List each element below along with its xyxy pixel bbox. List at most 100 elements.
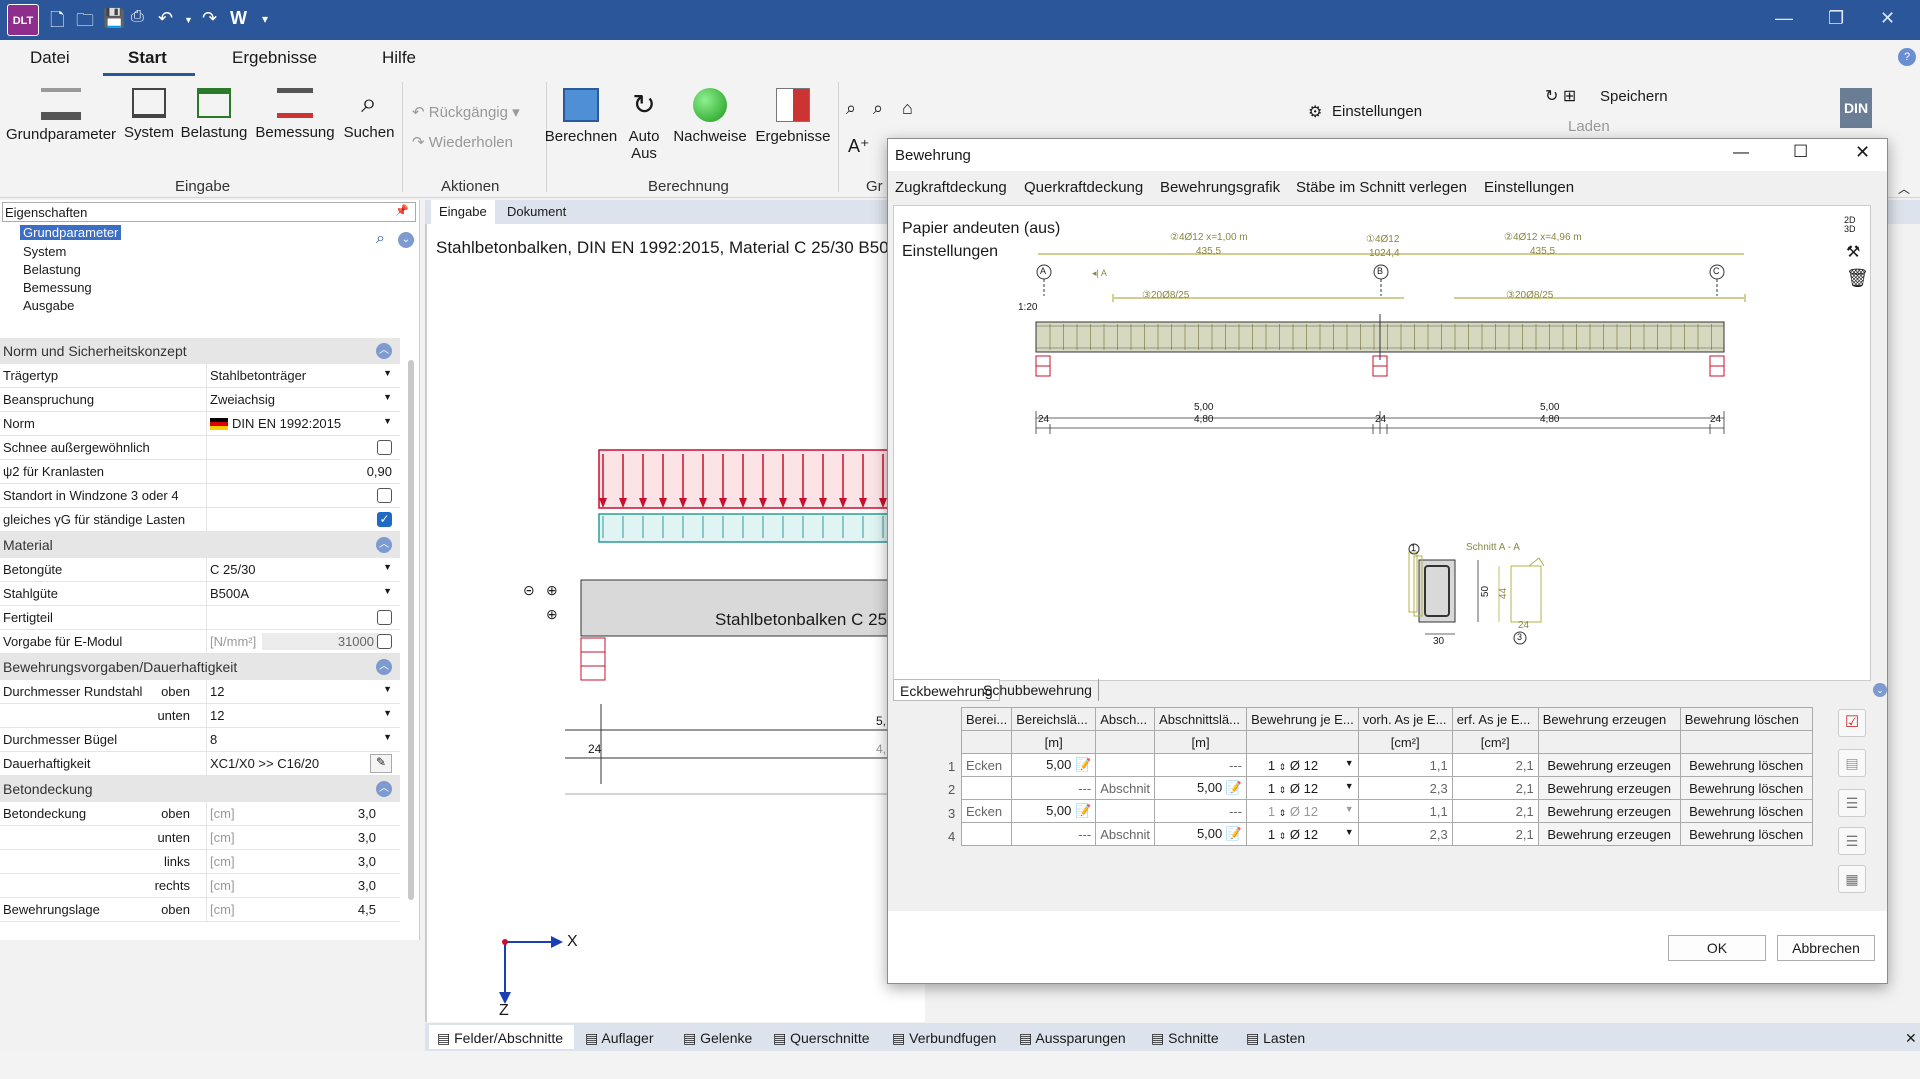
undo-icon[interactable]: ↶ xyxy=(158,8,173,29)
checkbox[interactable] xyxy=(377,634,392,649)
dropdown-icon[interactable]: ▼ xyxy=(383,684,392,694)
abschnitt-cell[interactable] xyxy=(1095,799,1156,823)
spinner-icon[interactable]: ⇕ xyxy=(1279,831,1287,841)
dropdown-icon[interactable]: ▼ xyxy=(383,368,392,378)
row-emodul[interactable]: Vorgabe für E-Modul [N/mm²] 31000 xyxy=(0,630,400,654)
value[interactable]: 0,90 xyxy=(367,464,392,479)
tab-hilfe[interactable]: Hilfe xyxy=(382,48,416,68)
new-file-icon[interactable]: 🗋 xyxy=(50,8,64,38)
row-buegel[interactable]: Durchmesser Bügel 8 ▼ xyxy=(0,728,400,752)
save-icon[interactable]: 💾 xyxy=(103,8,125,29)
tab-gelenke[interactable]: ▤ Gelenke xyxy=(683,1030,752,1047)
checkbox-checked[interactable]: ✓ xyxy=(377,512,392,527)
tab-aussparungen[interactable]: ▤ Aussparungen xyxy=(1019,1030,1126,1047)
checkbox[interactable] xyxy=(377,610,392,625)
bewehrung-erzeugen-button[interactable]: Bewehrung erzeugen xyxy=(1537,753,1681,777)
collapse-icon[interactable]: ︿ xyxy=(376,781,392,797)
spinner-icon[interactable]: ⇕ xyxy=(1279,762,1287,772)
ergebnisse-button[interactable]: Ergebnisse xyxy=(752,88,834,145)
value[interactable]: 4,5 xyxy=(358,902,376,917)
count[interactable]: 1 xyxy=(1251,804,1275,819)
section-bewehrung[interactable]: Bewehrungsvorgaben/Dauerhaftigkeit ︿ xyxy=(0,654,400,680)
bewehrung-loeschen-button[interactable]: Bewehrung löschen xyxy=(1679,776,1813,800)
din-button[interactable]: DIN xyxy=(1840,88,1872,128)
speichern-button[interactable]: Speichern xyxy=(1600,88,1668,105)
row-psi2[interactable]: ψ2 für Kranlasten 0,90 xyxy=(0,460,400,484)
grundparameter-button[interactable]: Grundparameter xyxy=(6,88,116,143)
table-row[interactable]: --- Abschnit 5,00 📝 1 ⇕ Ø 12 ▼ 2,3 2,1 B… xyxy=(960,822,1813,846)
edit-icon[interactable]: 📝 xyxy=(1226,780,1242,795)
magic-wand-icon[interactable]: ⚒ xyxy=(1846,242,1860,262)
row-rundstahl-oben[interactable]: Durchmesser Rundstahl oben 12 ▼ xyxy=(0,680,400,704)
collapse-icon[interactable]: ︿ xyxy=(376,659,392,675)
dropdown-icon[interactable]: ▼ xyxy=(1345,781,1354,791)
dropdown-icon[interactable]: ▼ xyxy=(383,708,392,718)
checkbox[interactable] xyxy=(377,440,392,455)
print-icon[interactable]: ⎙ xyxy=(131,8,144,26)
cancel-button[interactable]: Abbrechen xyxy=(1777,935,1875,961)
row-windzone[interactable]: Standort in Windzone 3 oder 4 xyxy=(0,484,400,508)
bereich-cell[interactable] xyxy=(960,822,1013,846)
dropdown-icon[interactable]: ▼ xyxy=(1345,758,1354,768)
tab-datei[interactable]: Datei xyxy=(30,48,70,68)
menu-querkraftdeckung[interactable]: Querkraftdeckung xyxy=(1024,179,1143,196)
delete-row-icon[interactable]: ☰ xyxy=(1838,827,1866,855)
bereichslaenge-cell[interactable]: 5,00 📝 xyxy=(1011,799,1097,823)
collapse-ribbon-icon[interactable]: ︿ xyxy=(1898,180,1910,197)
count[interactable]: 1 xyxy=(1251,758,1275,773)
system-button[interactable]: System xyxy=(122,88,176,141)
dropdown-icon[interactable]: ▼ xyxy=(1345,804,1354,814)
dropdown-icon[interactable]: ▼ xyxy=(383,416,392,426)
tab-eingabe[interactable]: Eingabe xyxy=(431,200,495,224)
tab-lasten[interactable]: ▤ Lasten xyxy=(1246,1030,1305,1047)
bereichslaenge-cell[interactable]: --- xyxy=(1011,822,1097,846)
bereichslaenge-cell[interactable]: 5,00 📝 xyxy=(1011,753,1097,777)
section-betondeckung[interactable]: Betondeckung ︿ xyxy=(0,776,400,802)
maximize-icon[interactable]: ☐ xyxy=(1793,142,1808,162)
collapse-icon[interactable]: ︿ xyxy=(376,343,392,359)
dropdown-icon[interactable]: ▼ xyxy=(383,586,392,596)
settings-gear-icon[interactable]: ⚙ xyxy=(1308,102,1322,122)
add-row-icon[interactable]: ▤ xyxy=(1838,749,1866,777)
tab-ergebnisse[interactable]: Ergebnisse xyxy=(232,48,317,68)
value[interactable]: 3,0 xyxy=(358,806,376,821)
table-icon[interactable]: ▦ xyxy=(1838,865,1866,893)
abschnittslaenge-cell[interactable]: 5,00 📝 xyxy=(1154,822,1248,846)
belastung-button[interactable]: Belastung xyxy=(180,88,248,141)
checkbox[interactable] xyxy=(377,488,392,503)
row-norm[interactable]: Norm DIN EN 1992:2015 ▼ xyxy=(0,412,400,436)
bereich-cell[interactable]: Ecken xyxy=(960,753,1013,777)
zoom-window-icon[interactable]: ⌕ xyxy=(873,98,883,119)
spinner-icon[interactable]: ⇕ xyxy=(1279,808,1287,818)
tree-item-bemessung[interactable]: Bemessung xyxy=(23,280,92,295)
home-icon[interactable]: ⌂ xyxy=(902,98,913,119)
minimize-icon[interactable]: — xyxy=(1775,8,1793,29)
menu-bewehrungsgrafik[interactable]: Bewehrungsgrafik xyxy=(1160,179,1280,196)
undo-button[interactable]: ↶ Rückgängig ▾ xyxy=(412,103,520,121)
row-rundstahl-unten[interactable]: unten 12 ▼ xyxy=(0,704,400,728)
quick-access-menu-icon[interactable]: ▾ xyxy=(262,12,268,26)
value[interactable]: 3,0 xyxy=(358,878,376,893)
menu-einstellungen[interactable]: Einstellungen xyxy=(1484,179,1574,196)
bewehrung-erzeugen-button[interactable]: Bewehrung erzeugen xyxy=(1537,799,1681,823)
bewehrung-loeschen-button[interactable]: Bewehrung löschen xyxy=(1679,799,1813,823)
value[interactable]: 3,0 xyxy=(358,830,376,845)
count[interactable]: 1 xyxy=(1251,827,1275,842)
row-dauerhaftigkeit[interactable]: Dauerhaftigkeit XC1/X0 >> C16/20 ✎ xyxy=(0,752,400,776)
insert-row-icon[interactable]: ☰ xyxy=(1838,789,1866,817)
dropdown-icon[interactable]: ▼ xyxy=(383,732,392,742)
search-icon[interactable]: ⌕ xyxy=(376,230,385,248)
tab-querschnitte[interactable]: ▤ Querschnitte xyxy=(773,1030,870,1047)
tree-item-grundparameter[interactable]: Grundparameter xyxy=(20,225,122,240)
tab-auflager[interactable]: ▤ Auflager xyxy=(585,1030,654,1047)
close-panel-icon[interactable]: ✕ xyxy=(1905,1030,1917,1047)
tree-item-belastung[interactable]: Belastung xyxy=(23,262,81,277)
abschnitt-cell[interactable]: Abschnit xyxy=(1095,776,1156,800)
tab-start[interactable]: Start xyxy=(128,48,167,68)
abschnitt-cell[interactable]: Abschnit xyxy=(1095,822,1156,846)
row-bd-links[interactable]: links [cm] 3,0 xyxy=(0,850,400,874)
row-bewehrungslage[interactable]: Bewehrungslage oben [cm] 4,5 xyxy=(0,898,400,922)
pin-icon[interactable]: 📌 xyxy=(395,204,409,217)
font-increase-icon[interactable]: A⁺ xyxy=(848,136,870,157)
section-norm[interactable]: Norm und Sicherheitskonzept ︿ xyxy=(0,338,400,364)
